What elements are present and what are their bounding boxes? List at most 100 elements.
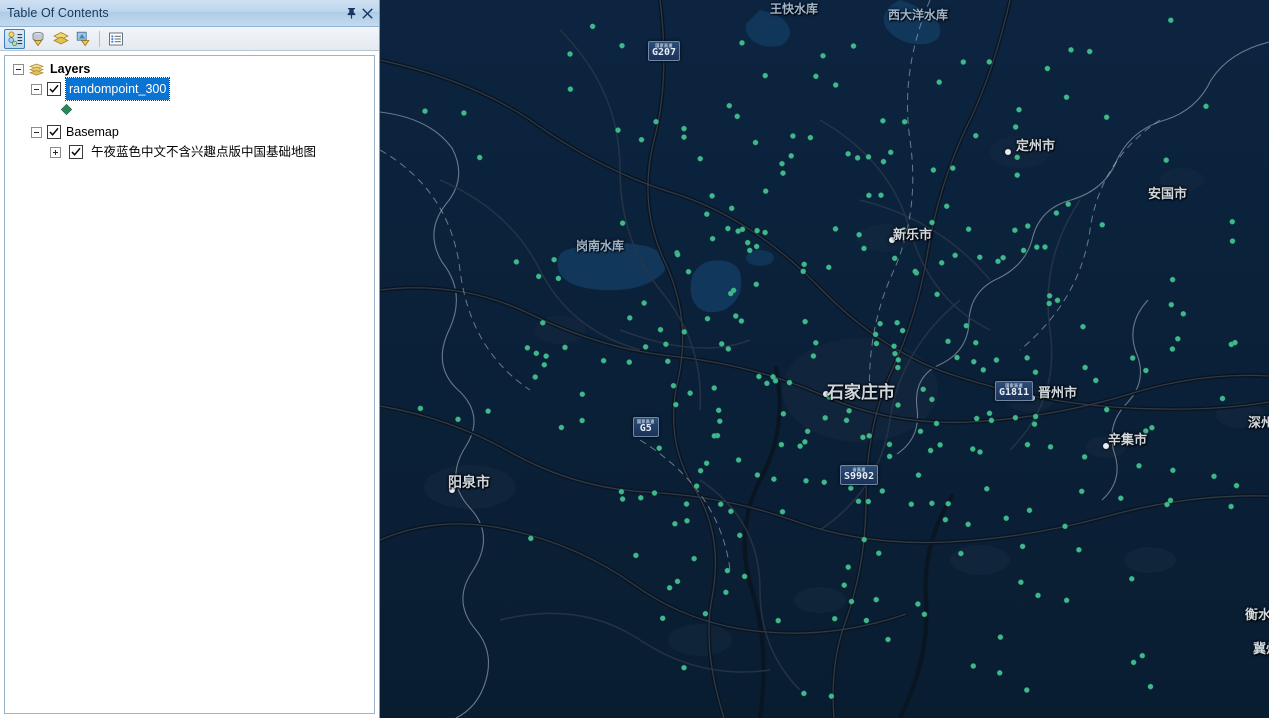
- random-point[interactable]: [865, 154, 872, 160]
- random-point[interactable]: [1046, 292, 1053, 299]
- random-point[interactable]: [780, 170, 786, 176]
- random-point[interactable]: [820, 53, 826, 59]
- random-point[interactable]: [1167, 497, 1174, 504]
- random-point[interactable]: [619, 496, 626, 502]
- random-point[interactable]: [954, 354, 960, 361]
- random-point[interactable]: [894, 319, 900, 326]
- random-point[interactable]: [856, 231, 862, 238]
- random-point[interactable]: [684, 518, 690, 524]
- random-point[interactable]: [1032, 413, 1039, 420]
- random-point[interactable]: [803, 477, 809, 484]
- random-point[interactable]: [929, 500, 935, 507]
- random-point[interactable]: [895, 364, 901, 371]
- random-point[interactable]: [734, 113, 741, 120]
- expander-layers[interactable]: [13, 63, 24, 75]
- random-point[interactable]: [899, 327, 906, 334]
- random-point[interactable]: [832, 226, 839, 232]
- random-point[interactable]: [1065, 201, 1071, 207]
- random-point[interactable]: [753, 243, 760, 250]
- random-point[interactable]: [718, 341, 725, 347]
- random-point[interactable]: [934, 291, 940, 298]
- list-by-visibility-button[interactable]: [50, 29, 71, 49]
- random-point[interactable]: [674, 251, 681, 258]
- random-point[interactable]: [1147, 683, 1154, 690]
- random-point[interactable]: [728, 205, 735, 212]
- random-point[interactable]: [971, 358, 977, 365]
- random-point[interactable]: [764, 380, 770, 387]
- checkbox-basemap-child[interactable]: [69, 145, 83, 159]
- random-point[interactable]: [1229, 238, 1236, 244]
- random-point[interactable]: [697, 155, 704, 162]
- random-point[interactable]: [821, 479, 828, 486]
- random-point[interactable]: [704, 315, 711, 322]
- random-point[interactable]: [752, 139, 759, 146]
- random-point[interactable]: [562, 344, 568, 351]
- random-point[interactable]: [1026, 507, 1033, 514]
- random-point[interactable]: [921, 611, 928, 618]
- pin-icon[interactable]: [343, 4, 359, 22]
- random-point[interactable]: [1053, 210, 1060, 216]
- random-point[interactable]: [861, 245, 867, 252]
- random-point[interactable]: [1063, 94, 1070, 100]
- random-point[interactable]: [762, 72, 769, 79]
- random-point[interactable]: [891, 255, 898, 262]
- expander-basemap[interactable]: [31, 126, 42, 138]
- random-point[interactable]: [886, 441, 893, 448]
- random-point[interactable]: [866, 432, 873, 439]
- random-point[interactable]: [988, 417, 995, 424]
- random-point[interactable]: [717, 501, 724, 508]
- random-point[interactable]: [642, 344, 649, 350]
- random-point[interactable]: [880, 158, 887, 165]
- random-point[interactable]: [891, 343, 897, 350]
- random-point[interactable]: [828, 693, 835, 700]
- random-point[interactable]: [663, 341, 669, 348]
- random-point[interactable]: [1081, 454, 1088, 460]
- random-point[interactable]: [977, 449, 983, 455]
- random-point[interactable]: [1229, 218, 1236, 225]
- random-point[interactable]: [417, 405, 424, 412]
- random-point[interactable]: [984, 485, 990, 492]
- random-point[interactable]: [936, 79, 943, 85]
- random-point[interactable]: [666, 585, 673, 591]
- random-point[interactable]: [977, 254, 983, 261]
- random-point[interactable]: [683, 501, 690, 507]
- random-point[interactable]: [1078, 488, 1085, 495]
- random-point[interactable]: [997, 634, 1004, 640]
- random-point[interactable]: [1175, 335, 1181, 342]
- random-point[interactable]: [665, 358, 671, 365]
- random-point[interactable]: [970, 446, 976, 452]
- list-by-drawing-order-button[interactable]: [4, 28, 25, 49]
- random-point[interactable]: [656, 445, 663, 451]
- expander-randompoint_300[interactable]: [31, 83, 42, 95]
- random-point[interactable]: [1168, 17, 1174, 24]
- random-point[interactable]: [872, 331, 879, 338]
- random-point[interactable]: [728, 508, 734, 515]
- random-point[interactable]: [638, 136, 645, 143]
- random-point[interactable]: [845, 564, 852, 570]
- random-point[interactable]: [996, 670, 1003, 676]
- random-point[interactable]: [995, 258, 1001, 265]
- checkbox-basemap[interactable]: [47, 125, 61, 139]
- random-point[interactable]: [895, 357, 902, 363]
- random-point[interactable]: [1129, 576, 1135, 582]
- random-point[interactable]: [810, 353, 817, 359]
- random-point[interactable]: [963, 322, 970, 329]
- random-point[interactable]: [877, 320, 883, 327]
- random-point[interactable]: [778, 441, 785, 448]
- random-point[interactable]: [541, 361, 548, 368]
- random-point[interactable]: [753, 281, 760, 288]
- random-point[interactable]: [846, 407, 852, 414]
- random-point[interactable]: [633, 552, 639, 559]
- random-point[interactable]: [600, 357, 607, 364]
- random-point[interactable]: [726, 102, 733, 109]
- random-point[interactable]: [754, 472, 761, 478]
- random-point[interactable]: [901, 119, 908, 125]
- random-point[interactable]: [674, 578, 681, 585]
- random-point[interactable]: [779, 160, 785, 167]
- random-point[interactable]: [841, 582, 848, 588]
- random-point[interactable]: [855, 498, 862, 505]
- random-point[interactable]: [739, 40, 745, 46]
- random-point[interactable]: [908, 501, 915, 508]
- random-point[interactable]: [754, 227, 760, 234]
- random-point[interactable]: [1032, 369, 1039, 376]
